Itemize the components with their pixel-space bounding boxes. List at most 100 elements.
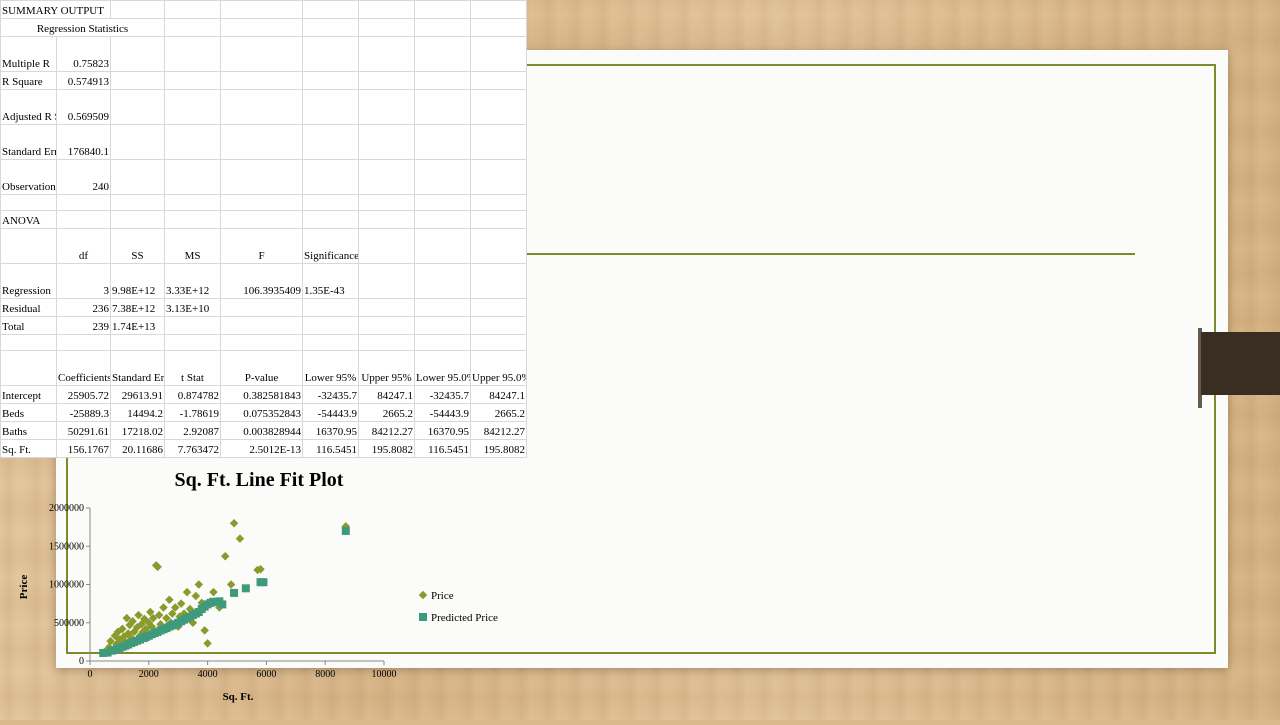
legend-label-predicted: Predicted Price: [431, 612, 498, 624]
coef-cell: -32435.7: [414, 385, 472, 404]
summary-title: SUMMARY OUTPUT: [0, 0, 112, 19]
chart-title: Sq. Ft. Line Fit Plot: [175, 469, 344, 491]
x-tick-label: 6000: [256, 669, 276, 680]
stat-label: Standard Error: [0, 124, 57, 160]
spacer-row: [0, 334, 528, 351]
table-row: Total 239 1.74E+13: [0, 316, 528, 335]
anova-ms: 3.13E+10: [164, 298, 222, 317]
coef-cell: 2665.2: [358, 403, 416, 422]
price-point: [194, 580, 204, 589]
stat-label: R Square: [0, 71, 57, 90]
y-tick-label: 0: [79, 656, 84, 667]
stat-value: 176840.1: [55, 124, 112, 160]
coef-cell: 84247.1: [358, 385, 416, 404]
table-row: Baths 50291.61 17218.02 2.92087 0.003828…: [0, 421, 528, 440]
coef-header-row: Coefficients Standard Error t Stat P-val…: [0, 350, 528, 386]
x-tick-label: 4000: [198, 669, 218, 680]
stat-value: 0.569509: [55, 89, 112, 125]
coef-cell: 29613.91: [110, 385, 166, 404]
predicted-point: [218, 600, 227, 609]
coef-header: t Stat: [164, 350, 222, 386]
stat-value: 0.75823: [55, 36, 112, 72]
coef-header: Lower 95%: [302, 350, 360, 386]
stat-label: Observations: [0, 159, 57, 195]
coef-label: Baths: [0, 421, 57, 440]
line-fit-chart: Sq. Ft. Line Fit Plot 0 500000 1000000 1500…: [0, 455, 526, 720]
anova-header: F: [220, 228, 304, 264]
reg-stats-header: Regression Statistics: [0, 18, 166, 37]
coef-cell: -1.78619: [164, 403, 222, 422]
coef-label: Intercept: [0, 385, 57, 404]
price-point: [159, 603, 168, 612]
coef-cell: 2665.2: [470, 403, 528, 422]
predicted-point: [241, 584, 250, 593]
price-point: [229, 519, 239, 528]
y-tick-label: 500000: [54, 618, 84, 629]
predicted-point: [230, 588, 239, 597]
coef-cell: 25905.72: [55, 385, 112, 404]
anova-f: 106.3935409: [220, 263, 304, 299]
x-axis: 0 2000 4000 6000 8000 10000: [88, 660, 397, 680]
price-point: [235, 534, 245, 543]
x-tick-label: 2000: [139, 669, 159, 680]
spacer-row: [0, 194, 528, 211]
coef-header: Standard Error: [110, 350, 166, 386]
y-axis: 0 500000 1000000 1500000 2000000: [49, 503, 91, 667]
stat-label: Multiple R: [0, 36, 57, 72]
coef-cell: -54443.9: [302, 403, 360, 422]
anova-header-row: df SS MS F Significance F: [0, 228, 528, 264]
price-point: [226, 580, 236, 589]
coef-cell: 0.382581843: [220, 385, 304, 404]
coef-cell: -25889.3: [55, 403, 112, 422]
coef-cell: -32435.7: [302, 385, 360, 404]
legend-marker-price: [418, 590, 428, 600]
table-row: Regression 3 9.98E+12 3.33E+12 106.39354…: [0, 263, 528, 299]
table-row: Beds -25889.3 14494.2 -1.78619 0.0753528…: [0, 403, 528, 422]
coef-cell: 84212.27: [358, 421, 416, 440]
price-point: [209, 587, 218, 597]
table-row: Intercept 25905.72 29613.91 0.874782 0.3…: [0, 385, 528, 404]
chart-svg: Sq. Ft. Line Fit Plot 0 500000 1000000 1500…: [18, 469, 498, 703]
regression-table: SUMMARY OUTPUT Regression Statistics Mul…: [0, 0, 528, 458]
coef-cell: 50291.61: [55, 421, 112, 440]
table-row: R Square 0.574913: [0, 71, 528, 90]
coef-cell: 14494.2: [110, 403, 166, 422]
stat-value: 0.574913: [55, 71, 112, 90]
stat-label: Adjusted R Square: [0, 89, 57, 125]
anova-header: MS: [164, 228, 222, 264]
y-axis-label: Price: [18, 575, 30, 600]
coef-cell: 16370.95: [414, 421, 472, 440]
predicted-point: [259, 578, 268, 587]
regression-output-sheet: SUMMARY OUTPUT Regression Statistics Mul…: [0, 0, 528, 458]
reg-stats-header-row: Regression Statistics: [0, 18, 528, 37]
x-tick-label: 8000: [315, 669, 335, 680]
price-point: [203, 639, 212, 648]
summary-title-row: SUMMARY OUTPUT: [0, 0, 528, 19]
table-row: Adjusted R Square 0.569509: [0, 89, 528, 125]
price-point: [200, 626, 209, 635]
plot-area: [99, 519, 351, 657]
anova-label: Regression: [0, 263, 57, 299]
coef-cell: 16370.95: [302, 421, 360, 440]
anova-label: Residual: [0, 298, 57, 317]
coef-cell: 84247.1: [470, 385, 528, 404]
anova-ss: 7.38E+12: [110, 298, 166, 317]
table-row: Residual 236 7.38E+12 3.13E+10: [0, 298, 528, 317]
coef-label: Beds: [0, 403, 57, 422]
anova-ss: 1.74E+13: [110, 316, 166, 335]
table-row: Standard Error 176840.1: [0, 124, 528, 160]
coef-cell: 0.075352843: [220, 403, 304, 422]
price-point: [182, 587, 192, 597]
x-tick-label: 10000: [372, 669, 397, 680]
x-axis-label: Sq. Ft.: [223, 691, 254, 703]
anova-title-row: ANOVA: [0, 210, 528, 229]
legend-marker-predicted: [419, 613, 427, 621]
title-divider: [520, 253, 1135, 255]
table-row: Observations 240: [0, 159, 528, 195]
coef-header: Upper 95%: [358, 350, 416, 386]
coef-header: Coefficients: [55, 350, 112, 386]
table-row: Multiple R 0.75823: [0, 36, 528, 72]
y-tick-label: 2000000: [49, 503, 84, 514]
predicted-point: [341, 526, 350, 535]
legend-label-price: Price: [431, 590, 454, 602]
